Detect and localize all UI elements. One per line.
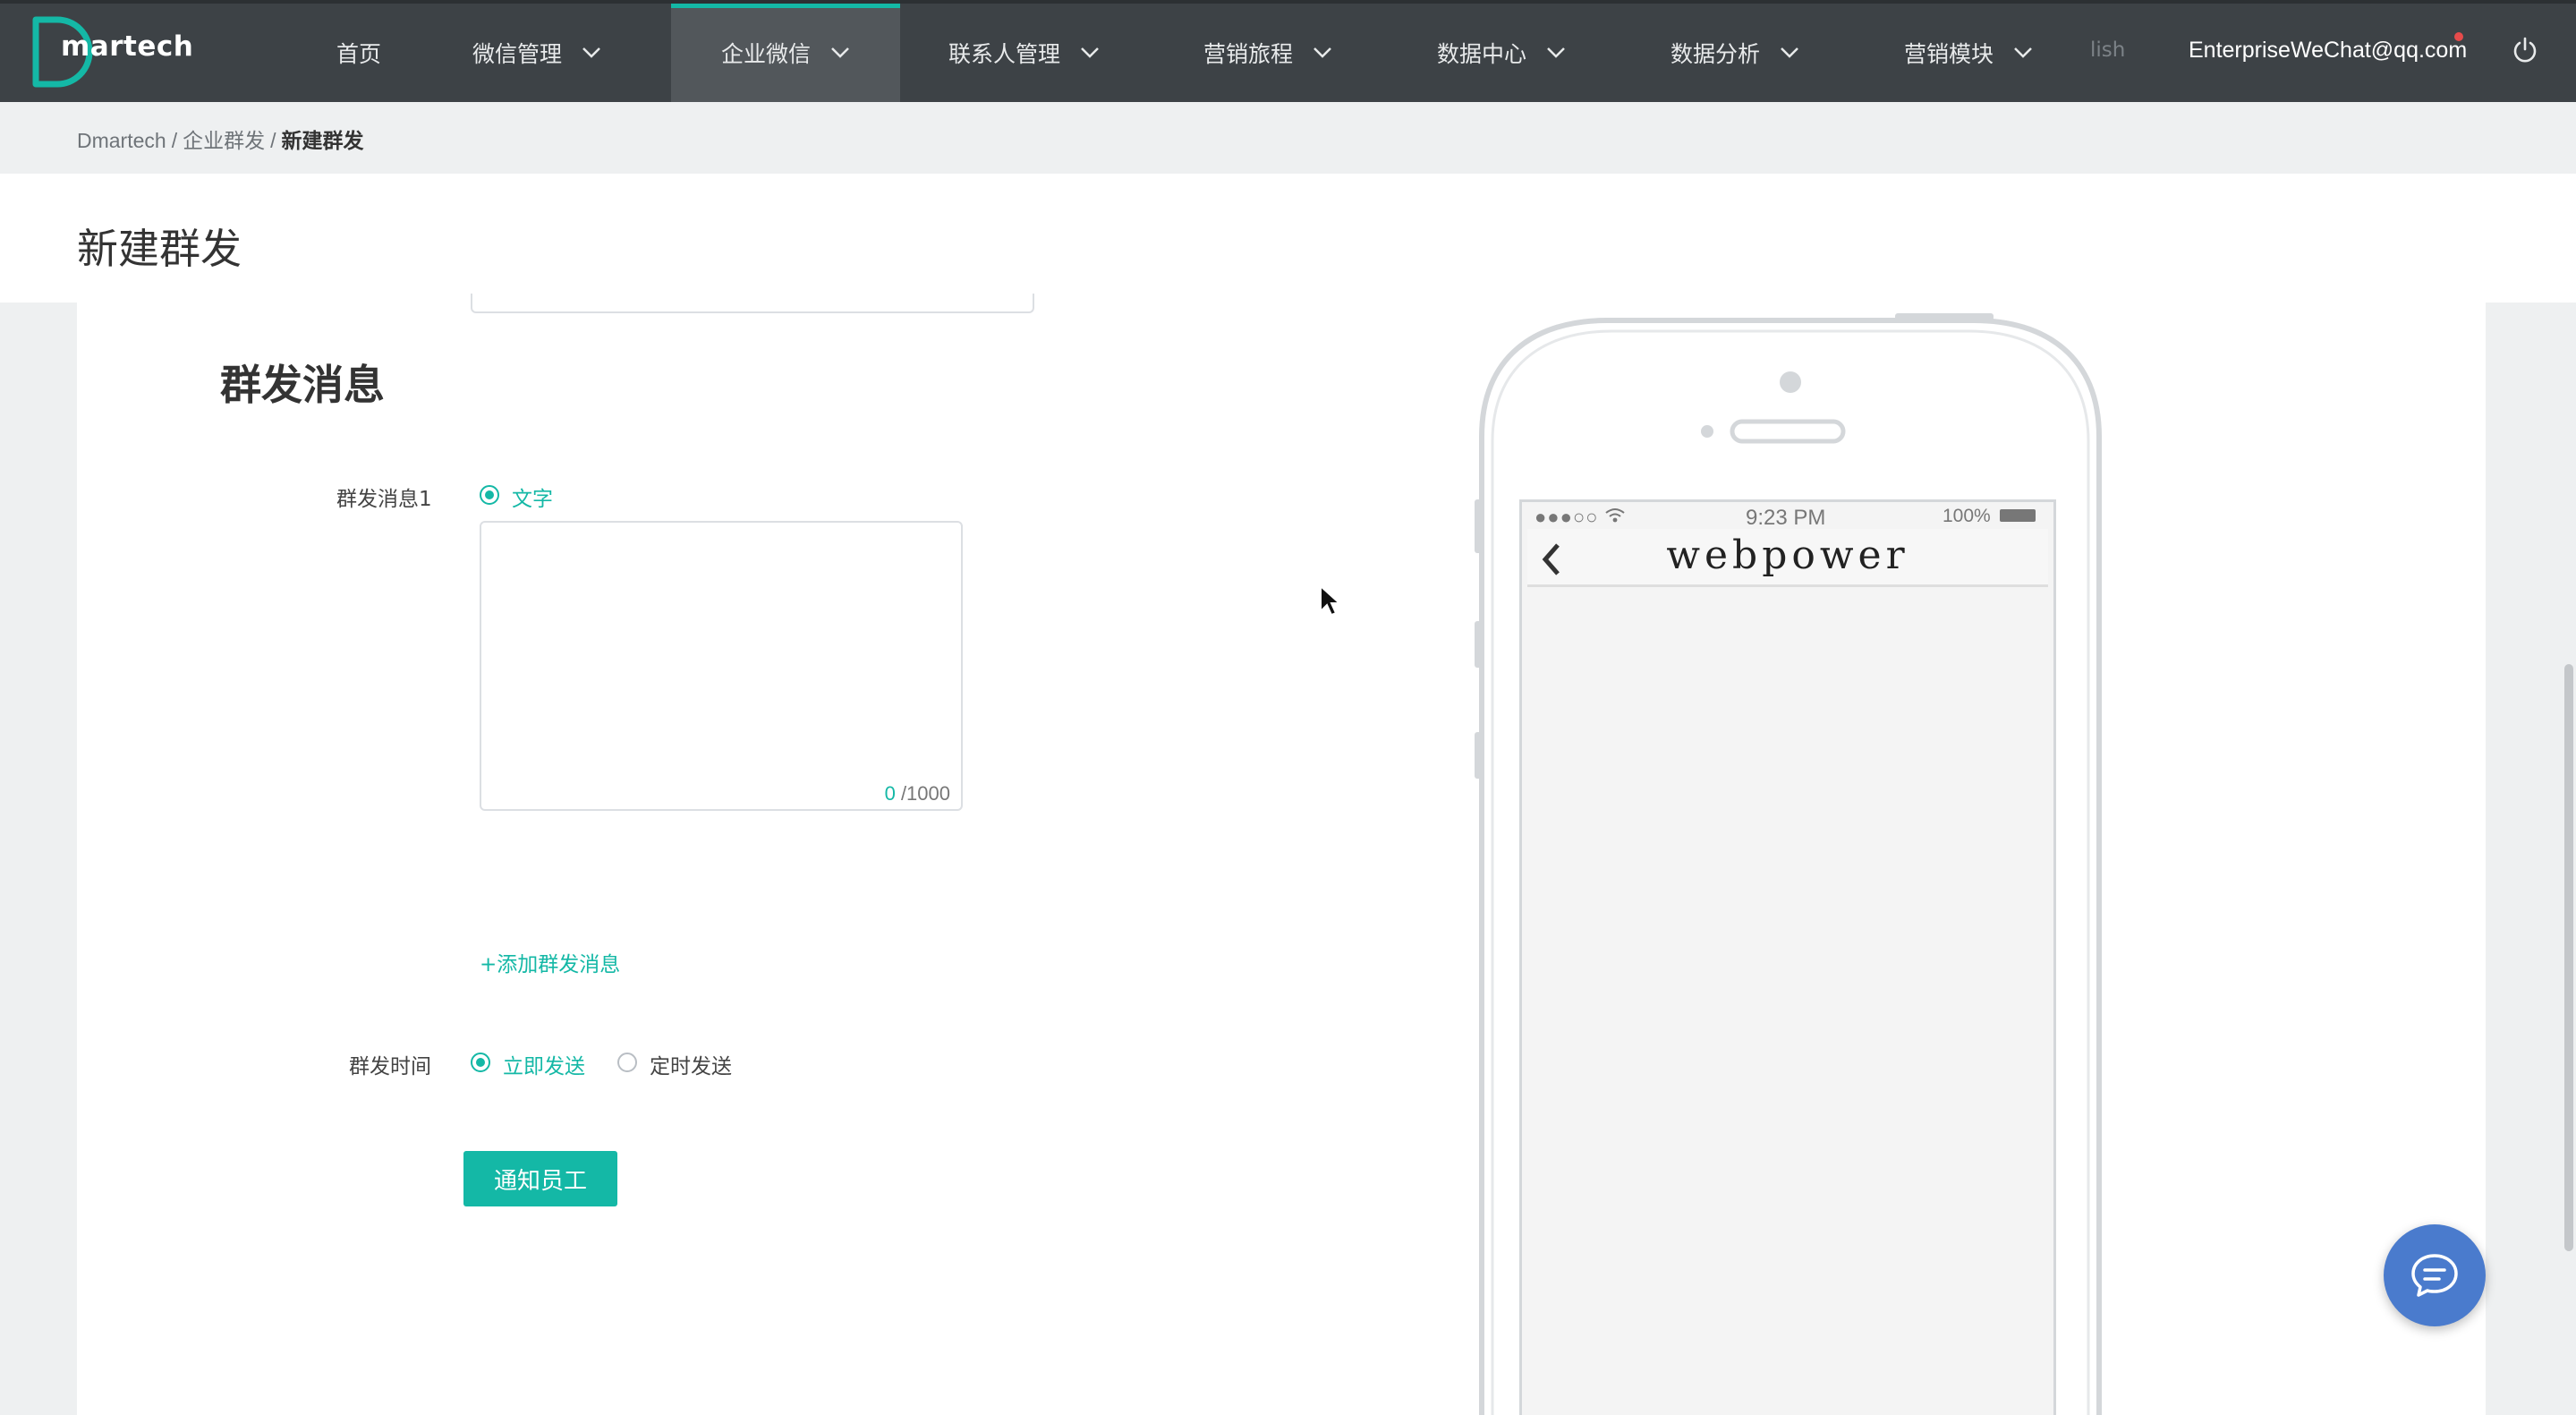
chevron-down-icon — [1781, 47, 1798, 58]
page-title: 新建群发 — [77, 225, 242, 273]
breadcrumb-item-home[interactable]: Dmartech — [77, 129, 166, 152]
message1-label: 群发消息1 — [336, 488, 432, 511]
phone-status-bar: ●●●○○ 9:23 PM 100% — [1522, 502, 2053, 530]
nav-item-wechat-manage[interactable]: 微信管理 — [472, 4, 601, 102]
nav-item-contacts[interactable]: 联系人管理 — [948, 4, 1100, 102]
breadcrumb-separator: / — [270, 129, 276, 152]
chevron-down-icon — [582, 47, 600, 58]
breadcrumb-separator: / — [171, 129, 178, 152]
battery-percent: 100% — [1943, 506, 1991, 526]
nav-item-marketing-module[interactable]: 营销模块 — [1904, 4, 2033, 102]
content-panel: 群发消息 群发消息1 文字 0 /1000 +添加群发消息 群发时间 立即发送 … — [77, 294, 2486, 1415]
nav-item-label: 企业微信 — [720, 41, 811, 67]
top-navigation: martech 首页 微信管理 企业微信 联系人管理 营销旅程 数据中心 数据分… — [0, 0, 2576, 102]
power-icon[interactable] — [2511, 36, 2539, 64]
nav-item-enterprise-wechat[interactable]: 企业微信 — [671, 4, 900, 102]
char-limit: /1000 — [900, 782, 950, 805]
chevron-down-icon — [2014, 47, 2032, 58]
nav-item-label: 首页 — [336, 41, 382, 67]
mouse-cursor-icon — [1320, 584, 1342, 617]
phone-header-title: webpower — [1666, 533, 1909, 578]
send-now-radio[interactable] — [471, 1053, 490, 1072]
breadcrumb-item-group-send[interactable]: 企业群发 — [183, 129, 265, 152]
section-title: 群发消息 — [220, 361, 385, 409]
phone-screen: ●●●○○ 9:23 PM 100% webpower — [1519, 499, 2056, 1415]
text-type-radio[interactable] — [480, 485, 499, 505]
scheduled-send-radio[interactable] — [617, 1053, 637, 1072]
page-scrollbar[interactable] — [2564, 664, 2573, 1251]
wifi-icon — [1605, 508, 1625, 523]
language-switch[interactable]: lish — [2090, 38, 2125, 62]
chevron-down-icon — [1314, 47, 1331, 58]
breadcrumb: Dmartech / 企业群发 / 新建群发 — [77, 124, 363, 154]
send-now-label[interactable]: 立即发送 — [503, 1049, 585, 1079]
chat-button[interactable] — [2384, 1224, 2486, 1326]
notification-dot — [2454, 32, 2463, 41]
previous-input-field[interactable] — [471, 294, 1034, 313]
notify-staff-button[interactable]: 通知员工 — [463, 1151, 617, 1206]
chevron-down-icon — [1081, 47, 1099, 58]
nav-item-label: 微信管理 — [472, 41, 563, 67]
chevron-down-icon — [831, 47, 849, 58]
logo-text: martech — [61, 30, 194, 63]
nav-item-data-center[interactable]: 数据中心 — [1437, 4, 1566, 102]
active-indicator — [671, 4, 900, 8]
char-count: 0 — [884, 782, 896, 805]
char-counter: 0 /1000 — [885, 782, 950, 806]
nav-item-label: 营销模块 — [1904, 41, 1994, 67]
signal-icon: ●●●○○ — [1535, 506, 1599, 528]
nav-item-journey[interactable]: 营销旅程 — [1203, 4, 1332, 102]
scheduled-send-label[interactable]: 定时发送 — [650, 1049, 732, 1079]
nav-item-analytics[interactable]: 数据分析 — [1671, 4, 1799, 102]
text-type-label[interactable]: 文字 — [512, 482, 553, 512]
page-header: 新建群发 — [0, 174, 2576, 303]
add-message-link[interactable]: +添加群发消息 — [480, 947, 620, 977]
nav-item-label: 联系人管理 — [948, 41, 1061, 67]
chat-bubble-icon — [2411, 1254, 2458, 1297]
nav-item-label: 营销旅程 — [1203, 41, 1294, 67]
send-time-label: 群发时间 — [349, 1055, 431, 1078]
breadcrumb-item-current: 新建群发 — [281, 129, 364, 152]
battery-icon — [2000, 509, 2036, 522]
status-time: 9:23 PM — [1746, 506, 1826, 530]
user-account[interactable]: EnterpriseWeChat@qq.com — [2189, 38, 2467, 64]
chevron-down-icon — [1547, 47, 1565, 58]
nav-item-label: 数据分析 — [1671, 41, 1761, 67]
phone-app-header: webpower — [1527, 529, 2048, 587]
message-content-textarea[interactable]: 0 /1000 — [480, 521, 963, 811]
nav-item-home[interactable]: 首页 — [336, 4, 381, 102]
nav-item-label: 数据中心 — [1437, 41, 1527, 67]
